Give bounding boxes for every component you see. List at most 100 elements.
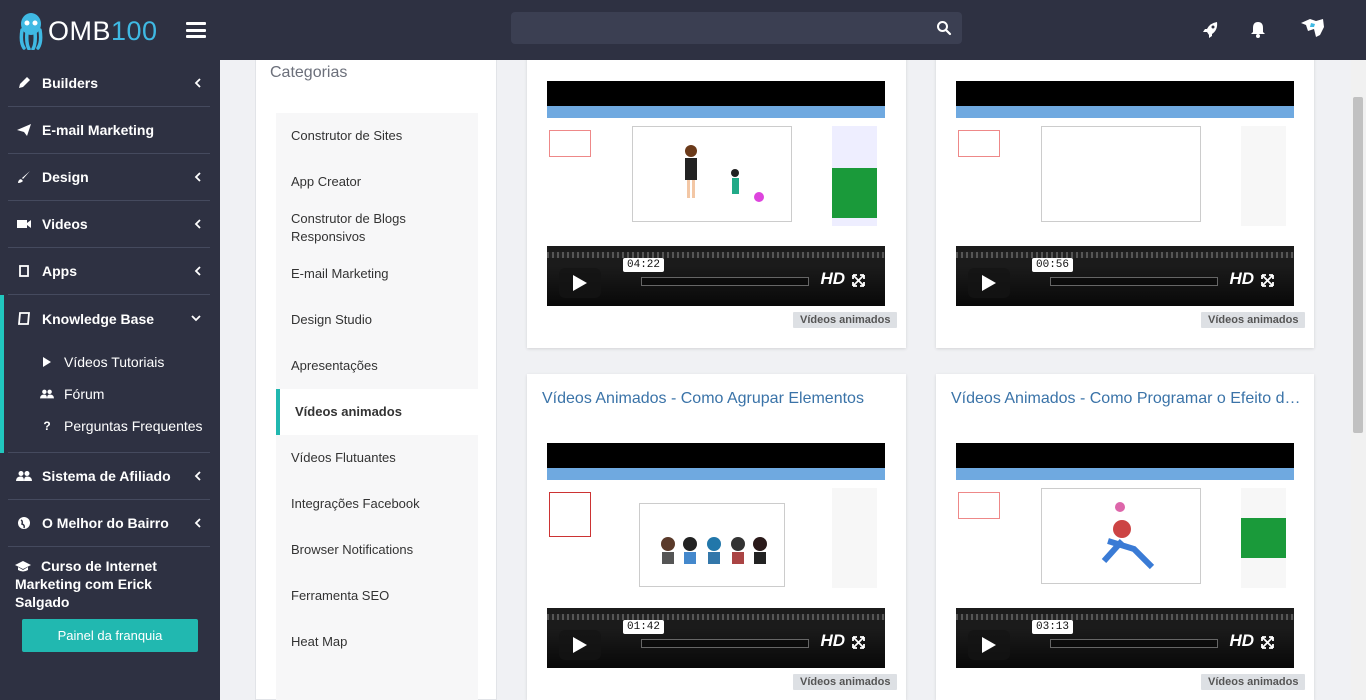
hd-button[interactable]: HD — [1229, 269, 1254, 289]
search-input[interactable] — [511, 12, 962, 44]
sidebar-item-design[interactable]: Design — [8, 154, 210, 201]
sidebar-group-knowledge-base: Knowledge Base Vídeos Tutoriais Fórum ? … — [0, 295, 220, 453]
chevron-left-icon — [194, 518, 201, 528]
rocket-icon[interactable] — [1201, 19, 1221, 39]
hd-button[interactable]: HD — [820, 631, 845, 651]
fullscreen-icon[interactable] — [852, 274, 865, 287]
video-duration: 03:13 — [1032, 620, 1074, 634]
octopus-logo-icon — [19, 13, 43, 50]
user-avatar-icon[interactable] — [1298, 15, 1326, 41]
fullscreen-icon[interactable] — [852, 636, 865, 649]
category-item-active[interactable]: Vídeos animados — [276, 389, 478, 435]
users-icon — [16, 468, 32, 484]
video-duration: 00:56 — [1032, 258, 1074, 272]
graduation-cap-icon — [15, 559, 31, 575]
category-item[interactable]: App Creator — [276, 159, 478, 205]
play-icon — [40, 355, 54, 369]
pencil-icon — [16, 75, 32, 91]
category-item[interactable]: Vídeos Flutuantes — [276, 435, 478, 481]
video-player[interactable]: 01:42 HD — [547, 443, 885, 668]
video-thumbnail-canvas — [1041, 488, 1201, 584]
category-item[interactable]: Browser Notifications — [276, 527, 478, 573]
video-player[interactable]: 03:13 HD — [956, 443, 1294, 668]
question-icon: ? — [43, 419, 51, 433]
sidebar-subitem-forum[interactable]: Fórum — [8, 378, 210, 410]
progress-bar[interactable] — [1050, 639, 1218, 648]
scrollbar[interactable] — [1351, 60, 1366, 700]
users-icon — [40, 387, 54, 401]
sidebar-item-label: Builders — [42, 75, 99, 91]
sidebar-item-builders[interactable]: Builders — [8, 60, 210, 107]
chevron-left-icon — [194, 78, 201, 88]
menu-toggle-icon[interactable] — [186, 22, 206, 38]
video-thumbnail-canvas — [639, 503, 785, 587]
franchise-panel-button[interactable]: Painel da franquia — [22, 619, 198, 652]
category-item[interactable]: Design Studio — [276, 297, 478, 343]
bell-icon[interactable] — [1248, 19, 1268, 39]
video-player[interactable]: 04:22 HD — [547, 81, 885, 306]
video-duration: 04:22 — [623, 258, 665, 272]
sidebar-item-knowledge-base[interactable]: Knowledge Base — [8, 295, 210, 342]
sidebar-item-videos[interactable]: Videos — [8, 201, 210, 248]
search-icon[interactable] — [936, 20, 952, 36]
play-button[interactable] — [968, 630, 1010, 660]
sidebar-item-apps[interactable]: Apps — [8, 248, 210, 295]
category-item[interactable]: Construtor de Blogs Responsivos — [276, 205, 478, 251]
sidebar-subitem-label: Perguntas Frequentes — [64, 418, 203, 434]
progress-bar[interactable] — [641, 639, 809, 648]
top-bar: OMB100 — [0, 0, 1366, 60]
sidebar-item-label: Knowledge Base — [42, 310, 155, 327]
sidebar-subitem-faq[interactable]: ? Perguntas Frequentes — [8, 410, 210, 442]
sidebar-subitem-video-tutorials[interactable]: Vídeos Tutoriais — [8, 346, 210, 378]
fullscreen-icon[interactable] — [1261, 636, 1274, 649]
video-thumbnail-canvas — [1041, 126, 1201, 222]
category-tag[interactable]: Vídeos animados — [793, 312, 898, 328]
hd-button[interactable]: HD — [820, 269, 845, 289]
video-thumbnail-canvas — [632, 126, 792, 222]
play-button[interactable] — [559, 630, 601, 660]
video-title[interactable]: Vídeos Animados - Como Agrupar Elementos — [542, 390, 892, 408]
sidebar-item-label: O Melhor do Bairro — [42, 515, 169, 531]
chevron-left-icon — [194, 219, 201, 229]
video-card: Vídeos Animados - Como Agrupar Elementos… — [527, 374, 906, 700]
category-item[interactable]: Heat Map — [276, 619, 478, 665]
sidebar-item-label: Design — [42, 169, 89, 185]
category-item[interactable]: Construtor de Sites — [276, 113, 478, 159]
video-title[interactable]: Vídeos Animados - Como Programar o Efeit… — [951, 390, 1301, 408]
video-camera-icon — [16, 216, 32, 232]
category-tag[interactable]: Vídeos animados — [793, 674, 898, 690]
sidebar-subitem-label: Fórum — [64, 386, 105, 402]
tablet-icon — [16, 263, 32, 279]
sidebar-item-best-of-neighborhood[interactable]: O Melhor do Bairro — [8, 500, 210, 547]
video-player[interactable]: 00:56 HD — [956, 81, 1294, 306]
fullscreen-icon[interactable] — [1261, 274, 1274, 287]
category-item[interactable]: Integrações Facebook — [276, 481, 478, 527]
progress-bar[interactable] — [641, 277, 809, 286]
book-icon — [16, 311, 32, 327]
chevron-down-icon — [191, 315, 201, 322]
category-item[interactable]: Ferramenta SEO — [276, 573, 478, 619]
video-card: Vídeos Animados - Como Programar o Efeit… — [936, 374, 1314, 700]
sidebar: Builders E-mail Marketing Design Videos … — [0, 60, 220, 700]
play-button[interactable] — [559, 268, 601, 298]
play-button[interactable] — [968, 268, 1010, 298]
sidebar-item-internet-marketing-course[interactable]: Curso de Internet Marketing com Erick Sa… — [8, 547, 210, 610]
sidebar-item-label: Apps — [42, 263, 77, 279]
progress-bar[interactable] — [1050, 277, 1218, 286]
play-icon — [982, 637, 996, 653]
category-item[interactable]: E-mail Marketing — [276, 251, 478, 297]
hd-button[interactable]: HD — [1229, 631, 1254, 651]
play-icon — [573, 637, 587, 653]
sidebar-item-email-marketing[interactable]: E-mail Marketing — [8, 107, 210, 154]
category-tag[interactable]: Vídeos animados — [1201, 674, 1306, 690]
category-item[interactable]: Apresentações — [276, 343, 478, 389]
scrollbar-thumb[interactable] — [1353, 97, 1363, 433]
logo[interactable]: OMB100 — [18, 12, 158, 50]
categories-title: Categorias — [270, 64, 348, 81]
chevron-left-icon — [194, 266, 201, 276]
sidebar-item-affiliate-system[interactable]: Sistema de Afiliado — [8, 453, 210, 500]
category-tag[interactable]: Vídeos animados — [1201, 312, 1306, 328]
categories-panel: Categorias Construtor de Sites App Creat… — [255, 60, 497, 700]
video-card: 04:22 HD Vídeos animados — [527, 50, 906, 348]
paper-plane-icon — [16, 122, 32, 138]
